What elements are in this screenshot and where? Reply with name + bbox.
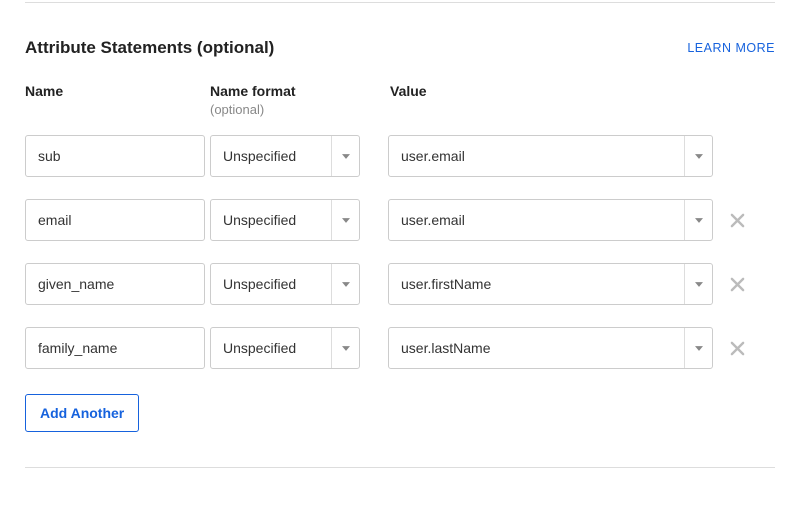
- divider-top: [25, 2, 775, 3]
- close-icon: [730, 277, 745, 292]
- attribute-row: Unspecified user.email: [25, 135, 775, 177]
- name-format-select[interactable]: Unspecified: [210, 263, 360, 305]
- remove-row-button[interactable]: [727, 210, 747, 230]
- column-header-format-optional: (optional): [210, 102, 390, 117]
- value-selected: user.lastName: [401, 340, 490, 356]
- value-selected: user.firstName: [401, 276, 491, 292]
- value-selected: user.email: [401, 148, 465, 164]
- name-format-selected: Unspecified: [223, 276, 296, 292]
- attribute-row: Unspecified user.email: [25, 199, 775, 241]
- attribute-row: Unspecified user.firstName: [25, 263, 775, 305]
- name-format-select[interactable]: Unspecified: [210, 327, 360, 369]
- divider-bottom: [25, 467, 775, 468]
- attribute-name-input[interactable]: [25, 199, 205, 241]
- chevron-down-icon: [684, 264, 712, 304]
- value-select[interactable]: user.firstName: [388, 263, 713, 305]
- column-header-value: Value: [390, 83, 427, 117]
- chevron-down-icon: [684, 328, 712, 368]
- column-header-format-label: Name format: [210, 83, 296, 99]
- value-select[interactable]: user.email: [388, 135, 713, 177]
- value-select[interactable]: user.lastName: [388, 327, 713, 369]
- name-format-selected: Unspecified: [223, 148, 296, 164]
- close-icon: [730, 341, 745, 356]
- chevron-down-icon: [331, 264, 359, 304]
- attribute-name-input[interactable]: [25, 135, 205, 177]
- chevron-down-icon: [684, 200, 712, 240]
- attribute-name-input[interactable]: [25, 263, 205, 305]
- column-header-name: Name: [25, 83, 210, 117]
- value-select[interactable]: user.email: [388, 199, 713, 241]
- add-another-button[interactable]: Add Another: [25, 394, 139, 432]
- chevron-down-icon: [684, 136, 712, 176]
- name-format-selected: Unspecified: [223, 212, 296, 228]
- chevron-down-icon: [331, 200, 359, 240]
- chevron-down-icon: [331, 328, 359, 368]
- column-header-format: Name format (optional): [210, 83, 390, 117]
- attribute-row: Unspecified user.lastName: [25, 327, 775, 369]
- close-icon: [730, 213, 745, 228]
- chevron-down-icon: [331, 136, 359, 176]
- remove-row-button[interactable]: [727, 274, 747, 294]
- columns-header: Name Name format (optional) Value: [25, 83, 775, 117]
- remove-row-button[interactable]: [727, 338, 747, 358]
- name-format-select[interactable]: Unspecified: [210, 135, 360, 177]
- section-title: Attribute Statements (optional): [25, 38, 274, 58]
- learn-more-link[interactable]: LEARN MORE: [687, 41, 775, 55]
- name-format-select[interactable]: Unspecified: [210, 199, 360, 241]
- name-format-selected: Unspecified: [223, 340, 296, 356]
- remove-row-placeholder: [727, 146, 747, 166]
- attribute-name-input[interactable]: [25, 327, 205, 369]
- value-selected: user.email: [401, 212, 465, 228]
